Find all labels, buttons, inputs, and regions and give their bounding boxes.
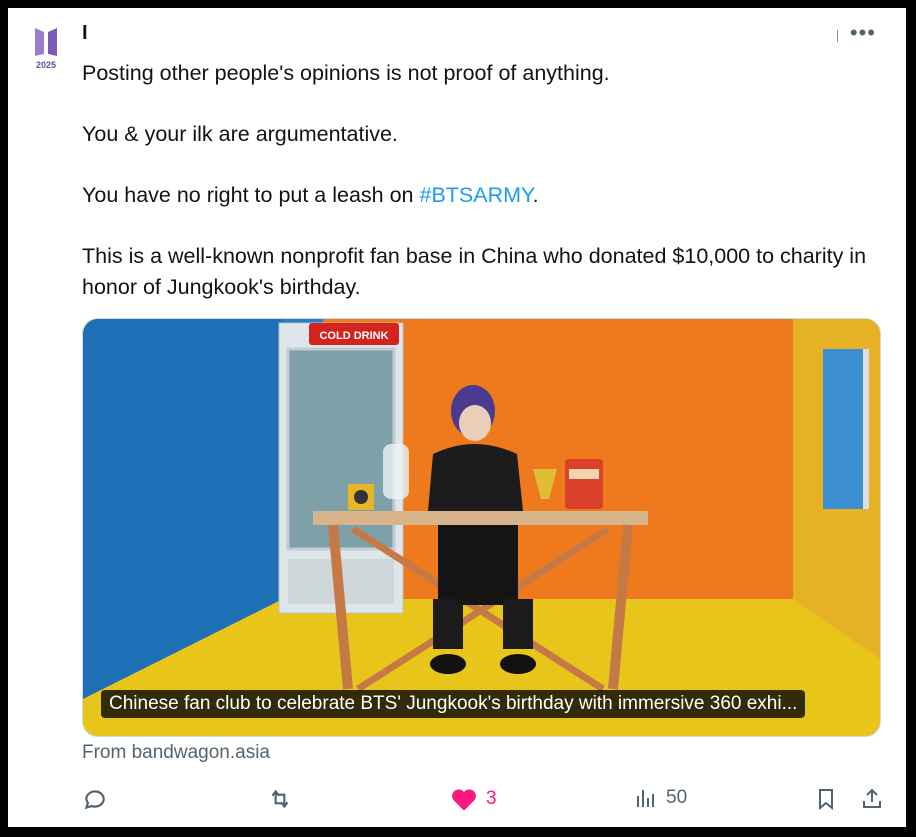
repost-icon [271,789,289,809]
tweet-text: Posting other people's opinions is not p… [82,58,882,333]
more-options-icon[interactable]: ••• [850,22,876,44]
tweet-paragraph: You & your ilk are argumentative. [82,122,398,146]
share-button[interactable] [860,786,884,812]
fridge-sign: COLD DRINK [319,330,388,342]
share-icon [863,788,881,808]
views-button[interactable]: 50 [634,786,687,810]
action-bar: 3 50 [82,786,882,816]
divider [836,30,838,42]
tweet-paragraph: You have no right to put a leash on #BTS… [82,180,882,211]
heart-icon [452,789,476,811]
hashtag-link[interactable]: #BTSARMY [420,183,533,207]
bookmark-button[interactable] [814,786,838,812]
tweet-paragraph: Posting other people's opinions is not p… [82,61,610,85]
views-count: 50 [666,787,688,808]
card-source[interactable]: From bandwagon.asia [82,742,270,764]
tweet-frame: 2025 I ••• Posting other people's opinio… [8,8,906,827]
like-count: 3 [486,788,497,809]
reply-button[interactable] [82,786,108,812]
header-controls: ••• [836,22,876,44]
tweet-text-segment: . [532,183,539,207]
author-name[interactable]: I [82,22,88,45]
bts-logo-icon [35,28,57,56]
avatar-year: 2025 [35,60,57,70]
views-icon [637,790,654,807]
card-title: Chinese fan club to celebrate BTS' Jungk… [101,690,806,718]
card-image: COLD DRINK [83,319,880,736]
like-button[interactable]: 3 [450,786,497,812]
reply-icon [84,790,105,810]
repost-button[interactable] [267,786,293,812]
avatar[interactable]: 2025 [24,22,68,84]
tweet-text-segment: You have no right to put a leash on [82,183,420,207]
bookmark-icon [819,789,833,811]
tweet-paragraph: This is a well-known nonprofit fan base … [82,244,867,299]
link-card[interactable]: COLD DRINK Chinese fan club to celebrate… [82,318,881,737]
